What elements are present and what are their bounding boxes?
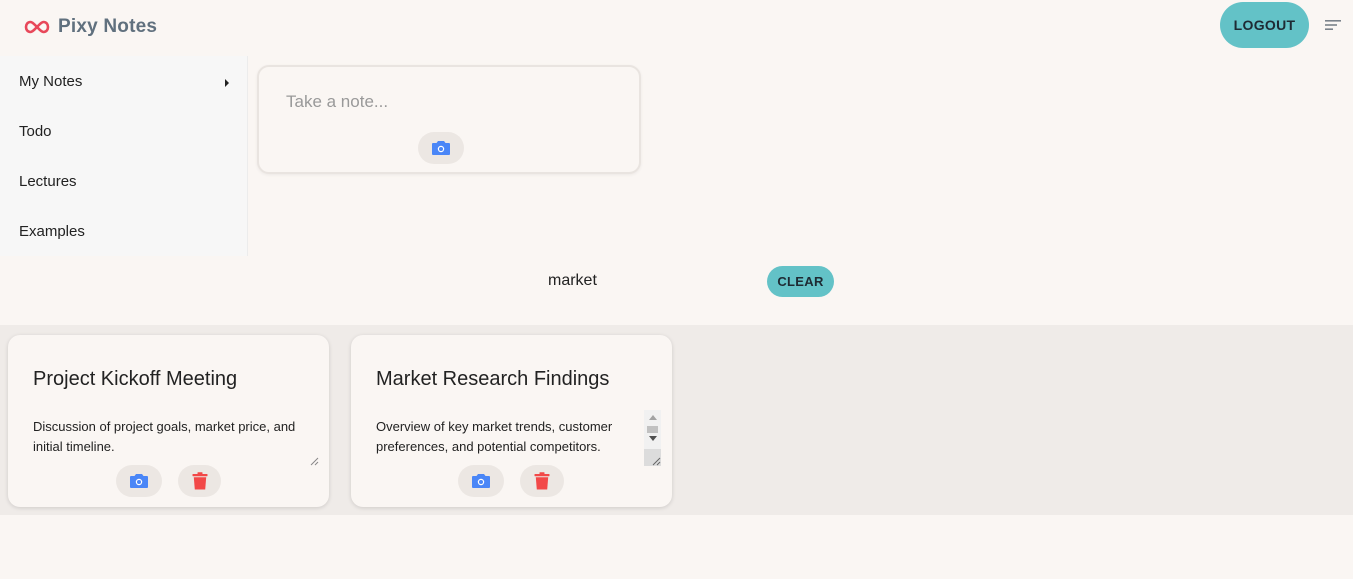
- logout-button[interactable]: LOGOUT: [1220, 2, 1309, 48]
- scroll-down-icon[interactable]: [649, 436, 657, 441]
- new-note-input[interactable]: [284, 89, 614, 115]
- delete-note-button[interactable]: [520, 465, 564, 497]
- sidebar: My Notes Todo Lectures Examples: [0, 56, 248, 256]
- camera-icon: [130, 474, 148, 488]
- note-title[interactable]: Project Kickoff Meeting: [33, 368, 237, 391]
- resize-handle-icon[interactable]: [310, 457, 319, 466]
- app-header: Pixy Notes LOGOUT: [0, 0, 1353, 56]
- resize-handle-icon[interactable]: [652, 457, 661, 466]
- note-card[interactable]: Project Kickoff Meeting Discussion of pr…: [8, 335, 329, 507]
- sidebar-item-label: Todo: [19, 122, 52, 140]
- camera-icon: [432, 141, 450, 155]
- notes-grid: Project Kickoff Meeting Discussion of pr…: [0, 325, 1353, 515]
- trash-icon: [192, 472, 207, 490]
- sidebar-item-label: Examples: [19, 222, 85, 240]
- app-title: Pixy Notes: [58, 16, 158, 37]
- sidebar-item-lectures[interactable]: Lectures: [0, 156, 247, 206]
- camera-icon: [472, 474, 490, 488]
- chevron-right-icon: [225, 79, 229, 87]
- sidebar-item-label: Lectures: [19, 172, 77, 190]
- add-image-button[interactable]: [418, 132, 464, 164]
- search-query[interactable]: market: [548, 272, 597, 290]
- note-title[interactable]: Market Research Findings: [376, 368, 609, 391]
- scroll-thumb[interactable]: [647, 426, 658, 433]
- clear-search-button[interactable]: CLEAR: [767, 266, 834, 297]
- sidebar-item-examples[interactable]: Examples: [0, 206, 247, 256]
- delete-note-button[interactable]: [178, 465, 221, 497]
- scroll-up-icon[interactable]: [649, 415, 657, 420]
- trash-icon: [534, 472, 550, 490]
- note-card[interactable]: Market Research Findings Overview of key…: [351, 335, 672, 507]
- sidebar-item-label: My Notes: [19, 72, 83, 90]
- new-note-card: [257, 65, 641, 174]
- note-body[interactable]: Overview of key market trends, customer …: [376, 417, 638, 457]
- add-image-button[interactable]: [116, 465, 162, 497]
- infinity-icon: [24, 20, 50, 34]
- note-body[interactable]: Discussion of project goals, market pric…: [33, 417, 319, 457]
- app-logo[interactable]: Pixy Notes: [24, 14, 157, 40]
- sidebar-item-my-notes[interactable]: My Notes: [0, 56, 247, 106]
- add-image-button[interactable]: [458, 465, 504, 497]
- menu-icon[interactable]: [1325, 18, 1341, 32]
- sidebar-item-todo[interactable]: Todo: [0, 106, 247, 156]
